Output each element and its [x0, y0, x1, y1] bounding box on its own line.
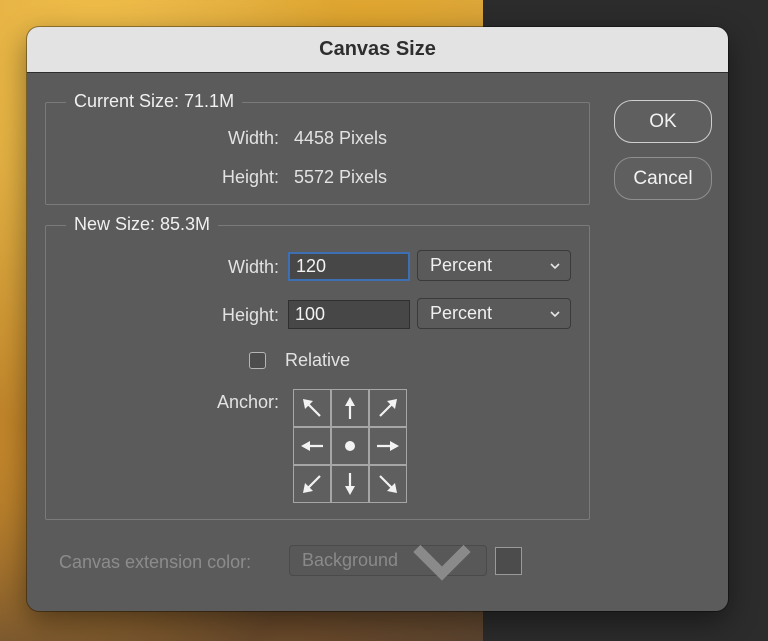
anchor-bottom-right[interactable]: [369, 465, 407, 503]
anchor-top-right[interactable]: [369, 389, 407, 427]
current-size-group: Current Size: 71.1M: [45, 102, 590, 205]
extension-color-label: Canvas extension color:: [59, 552, 251, 573]
dialog-titlebar: Canvas Size: [27, 27, 728, 73]
anchor-bottom[interactable]: [331, 465, 369, 503]
canvas-size-dialog: Canvas Size Current Size: 71.1M Width: 4…: [27, 27, 728, 611]
relative-checkbox[interactable]: [249, 352, 266, 369]
anchor-right[interactable]: [369, 427, 407, 465]
height-unit-value: Percent: [430, 303, 492, 324]
arrow-down-icon: [336, 470, 364, 498]
arrow-up-icon: [336, 394, 364, 422]
current-width-label: Width:: [177, 128, 279, 149]
anchor-grid: [293, 389, 407, 503]
arrow-down-right-icon: [374, 470, 402, 498]
dialog-title: Canvas Size: [319, 38, 436, 61]
anchor-bottom-left[interactable]: [293, 465, 331, 503]
chevron-down-icon: [548, 307, 562, 321]
extension-color-swatch[interactable]: [495, 547, 522, 575]
arrow-left-icon: [298, 432, 326, 460]
height-unit-select[interactable]: Percent: [417, 298, 571, 329]
relative-label: Relative: [285, 350, 350, 371]
cancel-button[interactable]: Cancel: [614, 157, 712, 200]
new-width-label: Width:: [177, 257, 279, 278]
ok-button[interactable]: OK: [614, 100, 712, 143]
anchor-label: Anchor:: [177, 392, 279, 413]
current-height-label: Height:: [177, 167, 279, 188]
anchor-center-icon: [336, 432, 364, 460]
anchor-top[interactable]: [331, 389, 369, 427]
arrow-down-left-icon: [298, 470, 326, 498]
chevron-down-icon: [548, 259, 562, 273]
anchor-center[interactable]: [331, 427, 369, 465]
extension-color-select[interactable]: Background: [289, 545, 487, 576]
extension-color-value: Background: [302, 550, 398, 571]
chevron-down-icon: [398, 517, 486, 605]
anchor-left[interactable]: [293, 427, 331, 465]
width-unit-select[interactable]: Percent: [417, 250, 571, 281]
new-height-label: Height:: [177, 305, 279, 326]
arrow-right-icon: [374, 432, 402, 460]
height-input[interactable]: [288, 300, 410, 329]
current-width-value: 4458 Pixels: [294, 128, 387, 149]
anchor-top-left[interactable]: [293, 389, 331, 427]
arrow-up-left-icon: [298, 394, 326, 422]
width-unit-value: Percent: [430, 255, 492, 276]
current-height-value: 5572 Pixels: [294, 167, 387, 188]
current-size-legend: Current Size: 71.1M: [66, 91, 242, 112]
new-size-legend: New Size: 85.3M: [66, 214, 218, 235]
width-input[interactable]: [288, 252, 410, 281]
arrow-up-right-icon: [374, 394, 402, 422]
